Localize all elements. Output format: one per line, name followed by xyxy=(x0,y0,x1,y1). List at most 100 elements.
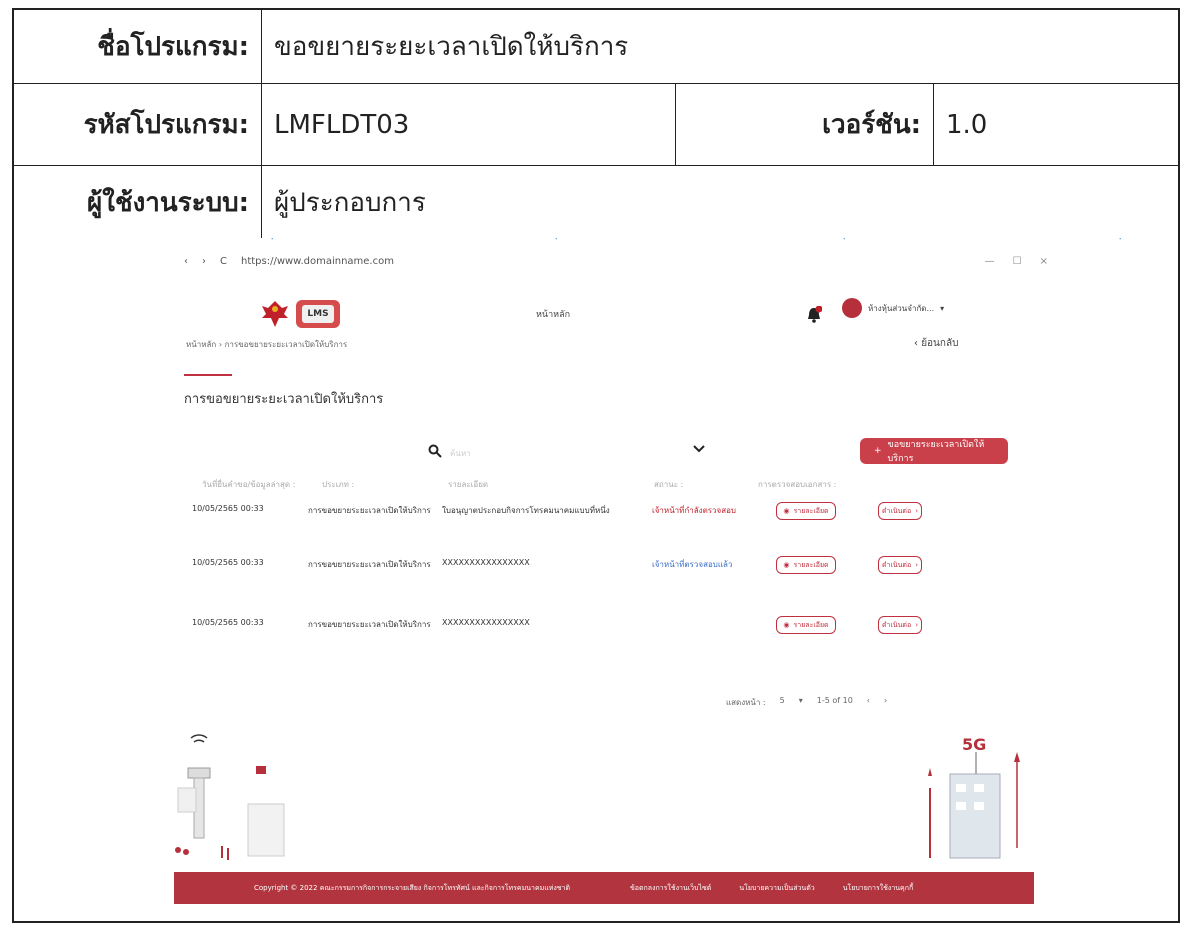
system-user-row: ผู้ใช้งานระบบ: ผู้ประกอบการ xyxy=(14,166,1178,238)
view-detail-label: รายละเอียด xyxy=(793,506,829,515)
5g-building-illustration: 5G xyxy=(928,735,1020,859)
eye-icon: ◉ xyxy=(783,561,790,569)
chevron-right-icon: › xyxy=(915,621,918,629)
program-code-label: รหัสโปรแกรม: xyxy=(14,84,262,165)
chevron-right-icon: › xyxy=(915,561,918,569)
row-detail: XXXXXXXXXXXXXXXX xyxy=(442,618,530,627)
col-header-detail: รายละเอียด xyxy=(448,480,489,489)
row-date: 10/05/2565 00:33 xyxy=(192,618,264,627)
plus-icon: + xyxy=(874,446,882,456)
add-button-label: ขอขยายระยะเวลาเปิดให้บริการ xyxy=(887,440,985,464)
pagination: แสดงหน้า : 5 ▾ 1-5 of 10 ‹ › xyxy=(726,696,887,709)
row-detail: XXXXXXXXXXXXXXXX xyxy=(442,558,530,567)
page-title: การขอขยายระยะเวลาเปิดให้บริการ xyxy=(184,392,384,407)
program-code-value: LMFLDT03 xyxy=(262,84,676,165)
browser-url[interactable]: https://www.domainname.com xyxy=(241,256,394,267)
row-status: เจ้าหน้าที่ตรวจสอบแล้ว xyxy=(652,560,733,569)
view-detail-button[interactable]: ◉ รายละเอียด xyxy=(776,556,836,574)
notification-bell-icon[interactable] xyxy=(806,306,822,324)
chevron-down-icon[interactable]: ▾ xyxy=(799,696,803,709)
program-spec-table: ชื่อโปรแกรม: ขอขยายระยะเวลาเปิดให้บริการ… xyxy=(12,8,1180,240)
program-name-label: ชื่อโปรแกรม: xyxy=(14,10,262,83)
continue-label: ดำเนินต่อ xyxy=(881,620,912,629)
continue-label: ดำเนินต่อ xyxy=(881,560,912,569)
chevron-right-icon: › xyxy=(915,507,918,515)
program-code-row: รหัสโปรแกรม: LMFLDT03 เวอร์ชัน: 1.0 xyxy=(14,84,1178,166)
browser-reload-icon[interactable]: C xyxy=(220,256,227,267)
continue-button[interactable]: ดำเนินต่อ › xyxy=(878,502,922,520)
footer-links: ข้อตกลงการใช้งานเว็บไซต์ นโยบายความเป็นส… xyxy=(630,883,913,894)
chevron-down-icon: ▾ xyxy=(940,303,945,313)
col-header-type: ประเภท : xyxy=(322,480,355,489)
eye-icon: ◉ xyxy=(783,621,790,629)
scan-artifact: ⋰ xyxy=(1118,238,1132,242)
nav-home-link[interactable]: หน้าหลัก xyxy=(536,307,570,321)
app-screenshot: ⋰ ⋰ ⋰ ⋰ ‹ › C https://www.domainname.com… xyxy=(12,238,1180,923)
version-label: เวอร์ชัน: xyxy=(676,84,934,165)
top-nav: LMS หน้าหลัก ห้างหุ้นส่วนจำกัด... ▾ xyxy=(14,288,1178,328)
lms-logo-icon[interactable]: LMS xyxy=(296,300,340,328)
scan-artifact: ⋰ xyxy=(842,238,856,242)
search-icon[interactable] xyxy=(428,444,442,458)
next-page-icon[interactable]: › xyxy=(884,696,887,709)
row-type: การขอขยายระยะเวลาเปิดให้บริการ xyxy=(308,506,431,515)
breadcrumb-current: การขอขยายระยะเวลาเปิดให้บริการ xyxy=(224,340,348,349)
tower-illustration xyxy=(175,734,285,860)
program-name-row: ชื่อโปรแกรม: ขอขยายระยะเวลาเปิดให้บริการ xyxy=(14,10,1178,84)
eye-icon: ◉ xyxy=(783,507,790,515)
garuda-emblem-icon[interactable] xyxy=(260,298,290,330)
row-status: เจ้าหน้าที่กำลังตรวจสอบ xyxy=(652,506,737,515)
row-type: การขอขยายระยะเวลาเปิดให้บริการ xyxy=(308,620,431,629)
back-button[interactable]: ‹ ย้อนกลับ xyxy=(914,336,958,351)
footer-link-cookies[interactable]: นโยบายการใช้งานคุกกี้ xyxy=(843,883,914,894)
row-date: 10/05/2565 00:33 xyxy=(192,504,264,513)
browser-forward-icon[interactable]: › xyxy=(202,256,206,267)
version-value: 1.0 xyxy=(946,109,988,140)
continue-button[interactable]: ดำเนินต่อ › xyxy=(878,616,922,634)
page-size-select[interactable]: 5 xyxy=(780,696,785,709)
close-icon[interactable]: × xyxy=(1040,256,1048,267)
add-extension-request-button[interactable]: + ขอขยายระยะเวลาเปิดให้บริการ xyxy=(860,438,1008,464)
chevron-left-icon: ‹ xyxy=(914,338,918,349)
footer-link-privacy[interactable]: นโยบายความเป็นส่วนตัว xyxy=(739,883,814,894)
minimize-icon[interactable]: — xyxy=(985,256,995,267)
window-controls: — ☐ × xyxy=(985,256,1048,267)
search-input[interactable]: ค้นหา xyxy=(450,447,471,460)
filter-dropdown-chevron-icon[interactable] xyxy=(692,444,706,454)
back-label: ย้อนกลับ xyxy=(921,338,959,349)
view-detail-label: รายละเอียด xyxy=(793,620,829,629)
row-date: 10/05/2565 00:33 xyxy=(192,558,264,567)
program-name-value: ขอขยายระยะเวลาเปิดให้บริการ xyxy=(274,32,629,62)
breadcrumb-home[interactable]: หน้าหลัก xyxy=(186,340,216,349)
view-detail-button[interactable]: ◉ รายละเอียด xyxy=(776,616,836,634)
row-type: การขอขยายระยะเวลาเปิดให้บริการ xyxy=(308,560,431,569)
breadcrumb: หน้าหลัก › การขอขยายระยะเวลาเปิดให้บริกา… xyxy=(186,338,347,351)
col-header-doc-check: การตรวจสอบเอกสาร : xyxy=(758,480,837,489)
user-name: ห้างหุ้นส่วนจำกัด... xyxy=(868,303,935,313)
view-detail-label: รายละเอียด xyxy=(793,560,829,569)
continue-button[interactable]: ดำเนินต่อ › xyxy=(878,556,922,574)
continue-label: ดำเนินต่อ xyxy=(881,506,912,515)
system-user-value: ผู้ประกอบการ xyxy=(274,187,426,218)
footer-copyright: Copyright © 2022 คณะกรรมการกิจการกระจายเ… xyxy=(254,883,571,892)
page-range: 1-5 of 10 xyxy=(816,696,853,705)
scan-artifact: ⋰ xyxy=(270,238,284,242)
breadcrumb-separator: › xyxy=(218,340,223,349)
site-footer: Copyright © 2022 คณะกรรมการกิจการกระจายเ… xyxy=(174,872,1034,904)
rows-per-page-label: แสดงหน้า : xyxy=(726,698,766,707)
view-detail-button[interactable]: ◉ รายละเอียด xyxy=(776,502,836,520)
col-header-status: สถานะ : xyxy=(654,480,684,489)
maximize-icon[interactable]: ☐ xyxy=(1013,256,1022,267)
5g-label: 5G xyxy=(962,735,986,754)
title-accent-bar xyxy=(184,374,232,376)
row-detail: ใบอนุญาตประกอบกิจการโทรคมนาคมแบบที่หนึ่ง xyxy=(442,506,610,515)
scan-artifact: ⋰ xyxy=(554,238,568,242)
col-header-date: วันที่ยื่นคำขอ/ข้อมูลล่าสุด : xyxy=(202,480,296,489)
user-menu[interactable]: ห้างหุ้นส่วนจำกัด... ▾ xyxy=(842,298,944,318)
prev-page-icon[interactable]: ‹ xyxy=(867,696,870,709)
footer-link-terms[interactable]: ข้อตกลงการใช้งานเว็บไซต์ xyxy=(630,883,711,894)
browser-url-bar: ‹ › C https://www.domainname.com xyxy=(184,256,394,267)
browser-back-icon[interactable]: ‹ xyxy=(184,256,188,267)
user-avatar xyxy=(842,298,862,318)
system-user-label: ผู้ใช้งานระบบ: xyxy=(14,166,262,238)
